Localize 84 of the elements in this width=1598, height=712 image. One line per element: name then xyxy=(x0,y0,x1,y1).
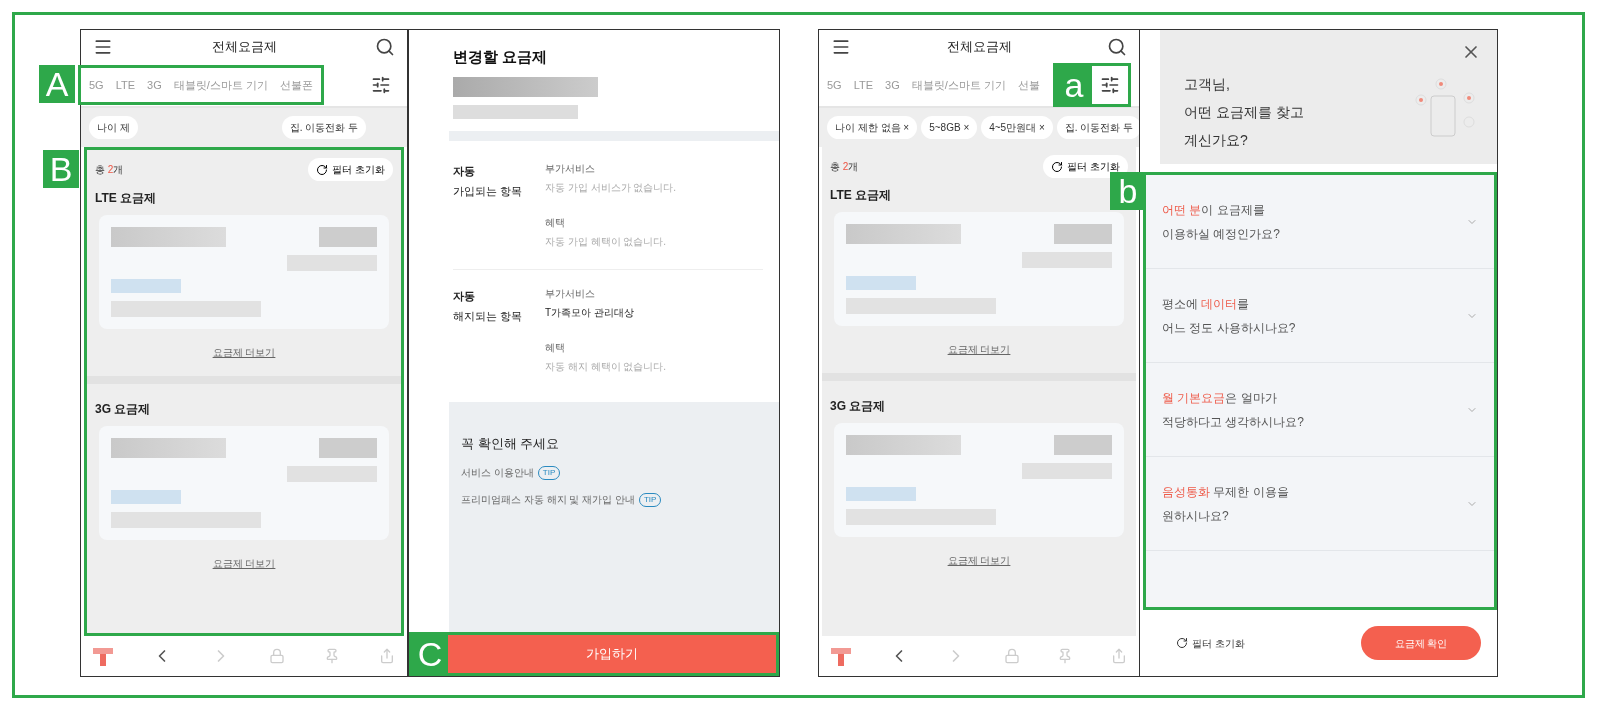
item-value: 자동 가입 서비스가 없습니다. xyxy=(545,180,677,195)
filter-chip[interactable]: 5~8GB × xyxy=(921,116,978,139)
greeting-text: 고객님, 어떤 요금제를 찾고 계신가요? xyxy=(1183,75,1304,150)
annotation-label: b xyxy=(1110,172,1146,210)
result-count: 총 2개 xyxy=(830,160,859,174)
screen-title: 변경할 요금제 xyxy=(453,47,549,67)
join-button[interactable]: 가입하기 xyxy=(448,635,776,673)
annotation-label: C xyxy=(412,635,448,673)
refresh-icon xyxy=(316,163,329,176)
section-title: LTE 요금제 xyxy=(95,190,157,207)
refresh-icon xyxy=(1176,637,1188,649)
notice-link[interactable]: 프리미엄패스 자동 해지 및 재가입 안내 xyxy=(461,492,635,507)
result-count: 총 2개 xyxy=(95,163,124,177)
item-heading: 혜택 xyxy=(545,215,566,230)
refresh-icon xyxy=(1051,160,1064,173)
more-plans-link[interactable]: 요금제 더보기 xyxy=(947,553,1011,568)
filter-chip[interactable]: 집. 이동전화 두 xyxy=(281,116,367,139)
share-icon[interactable] xyxy=(379,648,395,664)
category-tab[interactable]: LTE xyxy=(853,76,874,94)
item-value: 자동 해지 혜택이 없습니다. xyxy=(545,359,667,374)
filter-chip[interactable]: 나이 제한 없음 × xyxy=(827,116,918,139)
category-tab[interactable]: 3G xyxy=(885,76,900,94)
item-value: T가족모아 관리대상 xyxy=(545,305,635,320)
blurred-block xyxy=(111,279,181,293)
item-heading: 부가서비스 xyxy=(545,161,596,176)
category-tab[interactable]: 태블릿/스마트 기기 xyxy=(911,76,1006,94)
filter-icon[interactable] xyxy=(1100,75,1120,95)
confirm-plan-button[interactable]: 요금제 확인 xyxy=(1361,626,1481,660)
search-icon[interactable] xyxy=(1107,37,1127,57)
question-row[interactable]: 음성통화 무제한 이용을 원하시나요? xyxy=(1146,457,1494,551)
category-tab[interactable]: 태블릿/스마트 기기 xyxy=(173,76,268,94)
blurred-block xyxy=(319,227,377,247)
blurred-block xyxy=(1054,435,1112,455)
question-row[interactable]: 평소에 데이터 를 어느 정도 사용하시나요? xyxy=(1146,269,1494,363)
search-icon[interactable] xyxy=(375,37,395,57)
lock-icon[interactable] xyxy=(269,648,286,664)
item-value: 자동 가입 혜택이 없습니다. xyxy=(545,234,668,249)
question-text: 월 기본요금은 얼마가 적당하다고 생각하시나요? xyxy=(1162,389,1304,431)
question-text: 음성통화 무제한 이용을 원하시나요? xyxy=(1162,483,1289,525)
more-plans-link[interactable]: 요금제 더보기 xyxy=(212,556,276,571)
logo-icon[interactable] xyxy=(831,646,851,666)
category-tab[interactable]: LTE xyxy=(115,76,136,94)
item-heading: 부가서비스 xyxy=(545,286,596,301)
blurred-block xyxy=(111,490,181,504)
category-tab[interactable]: 선불 xyxy=(1017,76,1040,94)
question-row[interactable]: 어떤 분이 요금제를 이용하실 예정인가요? xyxy=(1146,175,1494,269)
filter-icon[interactable] xyxy=(371,75,391,95)
menu-icon[interactable] xyxy=(831,37,851,57)
section-title: LTE 요금제 xyxy=(830,187,892,204)
annotation-label: B xyxy=(43,150,79,188)
group-label: 자동 가입되는 항목 xyxy=(453,163,524,199)
filter-chip[interactable]: 집. 이동전화 두 xyxy=(1056,116,1139,139)
notice-title: 꼭 확인해 주세요 xyxy=(461,434,561,453)
question-text: 어떤 분이 요금제를 이용하실 예정인가요? xyxy=(1162,201,1280,243)
category-tab[interactable]: 3G xyxy=(147,76,162,94)
notice-link[interactable]: 서비스 이용안내 xyxy=(461,465,534,480)
blurred-block xyxy=(1054,224,1112,244)
blurred-block xyxy=(846,487,916,501)
section-title: 3G 요금제 xyxy=(95,401,151,418)
reset-filter-button[interactable]: 필터 초기화 xyxy=(1043,155,1128,178)
annotation-label: A xyxy=(39,65,75,103)
category-tab[interactable]: 5G xyxy=(827,76,842,94)
menu-icon[interactable] xyxy=(93,37,113,57)
screen-title: 전체요금제 xyxy=(946,38,1012,57)
blurred-block xyxy=(319,438,377,458)
filter-chip[interactable]: 4~5만원대 × xyxy=(981,116,1053,139)
group-label: 자동 해지되는 항목 xyxy=(453,288,524,324)
section-title: 3G 요금제 xyxy=(830,398,886,415)
logo-icon[interactable] xyxy=(93,646,113,666)
filter-chip[interactable]: 나이 제 xyxy=(89,116,138,139)
more-plans-link[interactable]: 요금제 더보기 xyxy=(947,342,1011,357)
question-text: 평소에 데이터 를 어느 정도 사용하시나요? xyxy=(1162,295,1296,337)
share-icon[interactable] xyxy=(1110,648,1127,664)
blurred-block xyxy=(846,276,916,290)
question-row[interactable]: 월 기본요금은 얼마가 적당하다고 생각하시나요? xyxy=(1146,363,1494,457)
category-tab[interactable]: 5G xyxy=(89,76,104,94)
category-tab[interactable]: 선불폰 xyxy=(279,76,313,94)
item-heading: 혜택 xyxy=(545,340,566,355)
annotation-label: a xyxy=(1056,66,1092,104)
screen-title: 전체요금제 xyxy=(211,38,277,57)
reset-filter-button[interactable]: 필터 초기화 xyxy=(308,158,393,181)
lock-icon[interactable] xyxy=(1003,648,1020,664)
reset-filter-button[interactable]: 필터 초기화 xyxy=(1176,635,1245,651)
more-plans-link[interactable]: 요금제 더보기 xyxy=(212,345,276,360)
